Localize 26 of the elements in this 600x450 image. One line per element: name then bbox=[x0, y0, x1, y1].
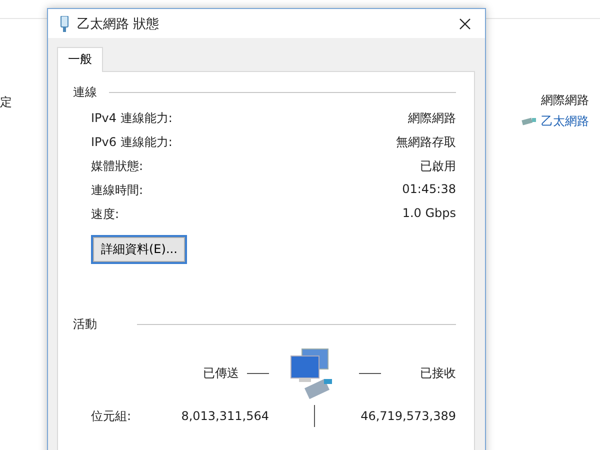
field-value: 1.0 Gbps bbox=[402, 206, 456, 222]
close-icon bbox=[459, 18, 471, 30]
field-value: 已啟用 bbox=[420, 158, 456, 175]
window-title: 乙太網路 狀態 bbox=[77, 16, 160, 32]
sent-value: 8,013,311,564 bbox=[181, 409, 269, 423]
column-heading: 已接收 bbox=[420, 364, 456, 382]
adapter-link[interactable]: 乙太網路 bbox=[521, 113, 589, 130]
network-cable-icon bbox=[521, 117, 537, 126]
field-value: 網際網路 bbox=[408, 110, 456, 127]
field-label: IPv4 連線能力: bbox=[91, 110, 172, 127]
network-plug-icon bbox=[60, 16, 69, 32]
field-value: 無網路存取 bbox=[396, 134, 456, 151]
tab[interactable]: 一般 bbox=[57, 47, 103, 72]
group-heading: 連線 bbox=[73, 84, 97, 101]
group-heading: 活動 bbox=[73, 316, 97, 333]
details-button[interactable]: 詳細資料(E)... bbox=[91, 235, 188, 264]
network-name: 網際網路 bbox=[541, 92, 589, 109]
column-heading: 已傳送 bbox=[203, 364, 239, 382]
field-label: 速度: bbox=[91, 206, 120, 223]
received-value: 46,719,573,389 bbox=[360, 409, 456, 423]
field-label: 連線時間: bbox=[91, 182, 144, 199]
row-label: 位元組: bbox=[90, 408, 132, 424]
field-value: 01:45:38 bbox=[402, 182, 456, 198]
field-label: 媒體狀態: bbox=[91, 158, 144, 175]
field-label: IPv6 連線能力: bbox=[91, 134, 172, 151]
side-text: 定 bbox=[0, 94, 12, 111]
